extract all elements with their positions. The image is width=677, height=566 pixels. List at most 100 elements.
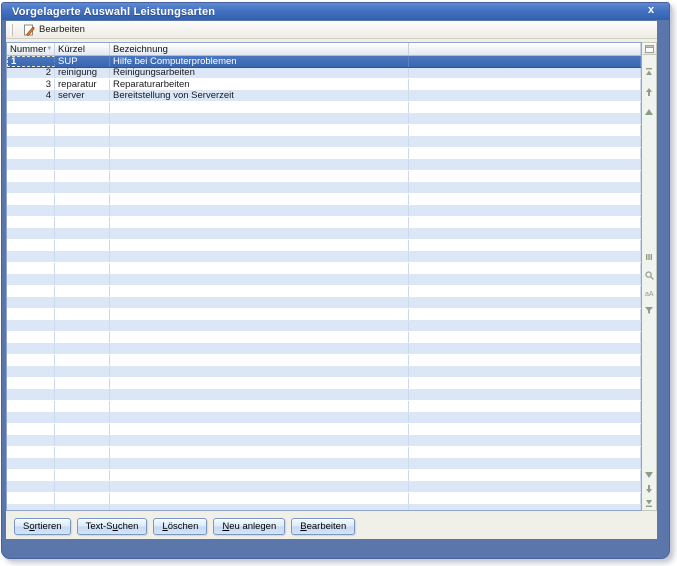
table-row-empty[interactable] (7, 504, 641, 510)
table-row-empty[interactable] (7, 113, 641, 125)
cell-nummer: 1 (7, 56, 55, 67)
scroll-to-top-icon[interactable] (644, 67, 655, 76)
cell-extra (409, 435, 641, 446)
table-row-empty[interactable] (7, 309, 641, 321)
text-size-icon[interactable]: aA (644, 289, 655, 298)
cell-bezeichnung (110, 274, 409, 285)
action-button-neu-anlegen[interactable]: Neu anlegen (213, 517, 286, 535)
cell-kuerzel (55, 458, 110, 469)
table-row-empty[interactable] (7, 251, 641, 263)
cell-kuerzel (55, 320, 110, 331)
cell-nummer (7, 228, 55, 239)
table-row-empty[interactable] (7, 159, 641, 171)
cell-extra (409, 56, 641, 67)
table-row-empty[interactable] (7, 228, 641, 240)
move-down-icon[interactable] (644, 484, 655, 493)
close-icon[interactable]: x (644, 4, 658, 18)
table-row-empty[interactable] (7, 182, 641, 194)
table-row-empty[interactable] (7, 447, 641, 459)
action-button-l-schen[interactable]: Löschen (153, 517, 208, 535)
table-row-empty[interactable] (7, 263, 641, 275)
action-button-bearbeiten[interactable]: Bearbeiten (291, 517, 356, 535)
table-row-empty[interactable] (7, 125, 641, 137)
columns-icon[interactable] (644, 253, 655, 262)
toolbar-edit-button[interactable]: Bearbeiten (17, 22, 91, 38)
cell-extra (409, 228, 641, 239)
table-row-empty[interactable] (7, 366, 641, 378)
cell-extra (409, 79, 641, 90)
cell-nummer (7, 171, 55, 182)
table-row-empty[interactable] (7, 458, 641, 470)
table-row-empty[interactable] (7, 102, 641, 114)
table-row-empty[interactable] (7, 424, 641, 436)
table-row-empty[interactable] (7, 378, 641, 390)
cell-nummer (7, 493, 55, 504)
table-row-empty[interactable] (7, 274, 641, 286)
table-row-empty[interactable] (7, 343, 641, 355)
table-row-empty[interactable] (7, 217, 641, 229)
column-header-nummer[interactable]: Nummer ▼ (7, 43, 55, 55)
cell-nummer (7, 182, 55, 193)
table-row-empty[interactable] (7, 286, 641, 298)
table-row-empty[interactable] (7, 493, 641, 505)
column-chooser-button[interactable] (642, 43, 656, 55)
row-up-icon[interactable] (644, 107, 655, 116)
table-row-empty[interactable] (7, 412, 641, 424)
cell-extra (409, 182, 641, 193)
table-row-empty[interactable] (7, 297, 641, 309)
cell-nummer (7, 240, 55, 251)
table-row[interactable]: 2 reinigung Reinigungsarbeiten (7, 67, 641, 79)
table-row-empty[interactable] (7, 148, 641, 160)
table-row-empty[interactable] (7, 332, 641, 344)
table-row-empty[interactable] (7, 470, 641, 482)
column-header-extra[interactable] (409, 43, 641, 55)
cell-extra (409, 113, 641, 124)
action-button-sortieren[interactable]: So rtieren (14, 517, 71, 535)
table-row-empty[interactable] (7, 481, 641, 493)
filter-icon[interactable] (644, 307, 655, 316)
table-row-empty[interactable] (7, 194, 641, 206)
table-row-empty[interactable] (7, 205, 641, 217)
cell-kuerzel (55, 102, 110, 113)
table-row-empty[interactable] (7, 401, 641, 413)
table-row-empty[interactable] (7, 240, 641, 252)
cell-extra (409, 320, 641, 331)
cell-bezeichnung (110, 401, 409, 412)
action-button-text-suchen[interactable]: Text-S u chen (76, 517, 148, 535)
column-header-kuerzel[interactable]: Kürzel (55, 43, 110, 55)
cell-extra (409, 458, 641, 469)
table-row-empty[interactable] (7, 136, 641, 148)
cell-kuerzel (55, 309, 110, 320)
nav-group-top (644, 67, 655, 116)
cell-kuerzel (55, 205, 110, 216)
cell-bezeichnung (110, 366, 409, 377)
cell-bezeichnung: Bereitstellung von Serverzeit (110, 90, 409, 101)
cell-extra (409, 251, 641, 262)
table-row[interactable]: 3 reparatur Reparaturarbeiten (7, 79, 641, 91)
search-icon[interactable] (644, 270, 655, 280)
table-row-empty[interactable] (7, 389, 641, 401)
row-down-icon[interactable] (644, 470, 655, 479)
scroll-to-bottom-icon[interactable] (644, 498, 655, 507)
move-up-icon[interactable] (644, 87, 655, 96)
table-row-empty[interactable] (7, 355, 641, 367)
table-row-empty[interactable] (7, 320, 641, 332)
table-row[interactable]: 1 SUP Hilfe bei Computerproblemen (7, 56, 641, 68)
cell-bezeichnung (110, 332, 409, 343)
cell-kuerzel (55, 366, 110, 377)
cell-extra (409, 194, 641, 205)
cell-extra (409, 67, 641, 78)
cell-nummer (7, 355, 55, 366)
cell-bezeichnung (110, 424, 409, 435)
cell-extra (409, 171, 641, 182)
table-row-empty[interactable] (7, 435, 641, 447)
column-header-bezeichnung[interactable]: Bezeichnung (110, 43, 409, 55)
toolbar-grip[interactable] (10, 23, 13, 36)
cell-extra (409, 125, 641, 136)
table-row[interactable]: 4 server Bereitstellung von Serverzeit (7, 90, 641, 102)
cell-extra (409, 159, 641, 170)
table-row-empty[interactable] (7, 171, 641, 183)
title-bar[interactable]: Vorgelagerte Auswahl Leistungsarten x (2, 3, 669, 20)
cell-nummer: 3 (7, 79, 55, 90)
column-header-label: Kürzel (58, 43, 85, 55)
